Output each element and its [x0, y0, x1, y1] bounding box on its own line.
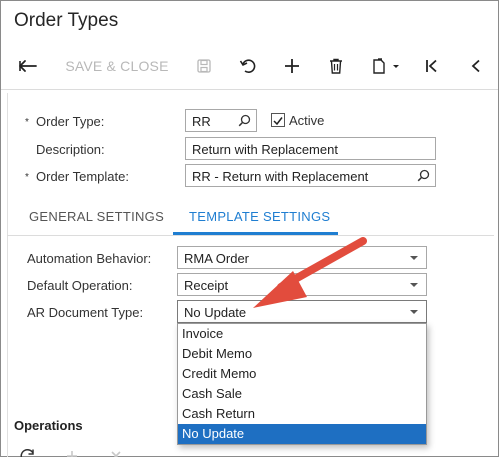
chevron-down-icon — [410, 283, 418, 287]
order-template-field[interactable]: RR - Return with Replacement — [185, 164, 436, 187]
close-icon — [109, 448, 123, 457]
order-template-label: Order Template: — [36, 169, 129, 184]
first-record-icon — [425, 59, 439, 73]
description-label: Description: — [36, 142, 105, 157]
previous-record-icon — [470, 59, 482, 73]
active-label: Active — [289, 113, 325, 128]
order-type-value: RR — [192, 114, 211, 129]
toolbar: SAVE & CLOSE — [1, 51, 498, 81]
delete-icon — [329, 58, 343, 74]
dropdown-option-no-update[interactable]: No Update — [178, 424, 426, 444]
add-icon — [284, 58, 300, 74]
ar-document-type-label: AR Document Type: — [27, 305, 144, 320]
chevron-down-icon — [410, 256, 418, 260]
dropdown-option-invoice[interactable]: Invoice — [178, 324, 426, 344]
save-close-button[interactable]: SAVE & CLOSE — [57, 51, 177, 81]
refresh-button[interactable] — [19, 448, 37, 457]
back-arrow-icon — [18, 59, 38, 73]
save-icon — [196, 58, 212, 74]
automation-behavior-label: Automation Behavior: — [27, 251, 152, 266]
add-button[interactable] — [279, 51, 305, 81]
description-field[interactable]: Return with Replacement — [185, 137, 436, 160]
annotation-arrow-icon — [253, 237, 367, 308]
order-type-label: Order Type: — [36, 114, 105, 129]
save-button[interactable] — [191, 51, 217, 81]
tab-general-settings[interactable]: GENERAL SETTINGS — [29, 209, 164, 224]
refresh-icon — [19, 448, 37, 457]
dropdown-option-credit-memo[interactable]: Credit Memo — [178, 364, 426, 384]
add-icon — [65, 448, 79, 457]
back-button[interactable] — [13, 51, 43, 81]
first-record-button[interactable] — [420, 51, 444, 81]
order-type-field[interactable]: RR — [185, 109, 257, 132]
chevron-down-icon — [410, 310, 418, 314]
ar-document-type-dropdown: Invoice Debit Memo Credit Memo Cash Sale… — [177, 323, 427, 445]
default-operation-label: Default Operation: — [27, 278, 133, 293]
copy-paste-button[interactable] — [367, 51, 405, 81]
delete-row-button[interactable] — [109, 448, 123, 457]
active-checkbox[interactable] — [271, 113, 285, 127]
search-icon[interactable] — [417, 169, 430, 185]
delete-button[interactable] — [323, 51, 349, 81]
previous-record-button[interactable] — [464, 51, 488, 81]
dropdown-option-cash-sale[interactable]: Cash Sale — [178, 384, 426, 404]
undo-icon — [239, 58, 257, 74]
required-marker: * — [25, 117, 29, 128]
operations-title: Operations — [14, 418, 83, 433]
search-icon[interactable] — [238, 114, 251, 130]
checkmark-icon — [272, 114, 284, 131]
toolbar-divider — [1, 89, 498, 90]
dropdown-option-debit-memo[interactable]: Debit Memo — [178, 344, 426, 364]
page-title: Order Types — [14, 10, 119, 31]
copy-paste-icon — [371, 58, 401, 74]
add-row-button[interactable] — [65, 448, 79, 457]
tab-template-settings[interactable]: TEMPLATE SETTINGS — [189, 209, 330, 224]
order-template-value: RR - Return with Replacement — [192, 169, 369, 184]
required-marker: * — [25, 172, 29, 183]
dropdown-option-cash-return[interactable]: Cash Return — [178, 404, 426, 424]
default-operation-value: Receipt — [184, 278, 229, 293]
ar-document-type-value: No Update — [184, 305, 247, 320]
undo-button[interactable] — [235, 51, 261, 81]
automation-behavior-value: RMA Order — [184, 251, 250, 266]
